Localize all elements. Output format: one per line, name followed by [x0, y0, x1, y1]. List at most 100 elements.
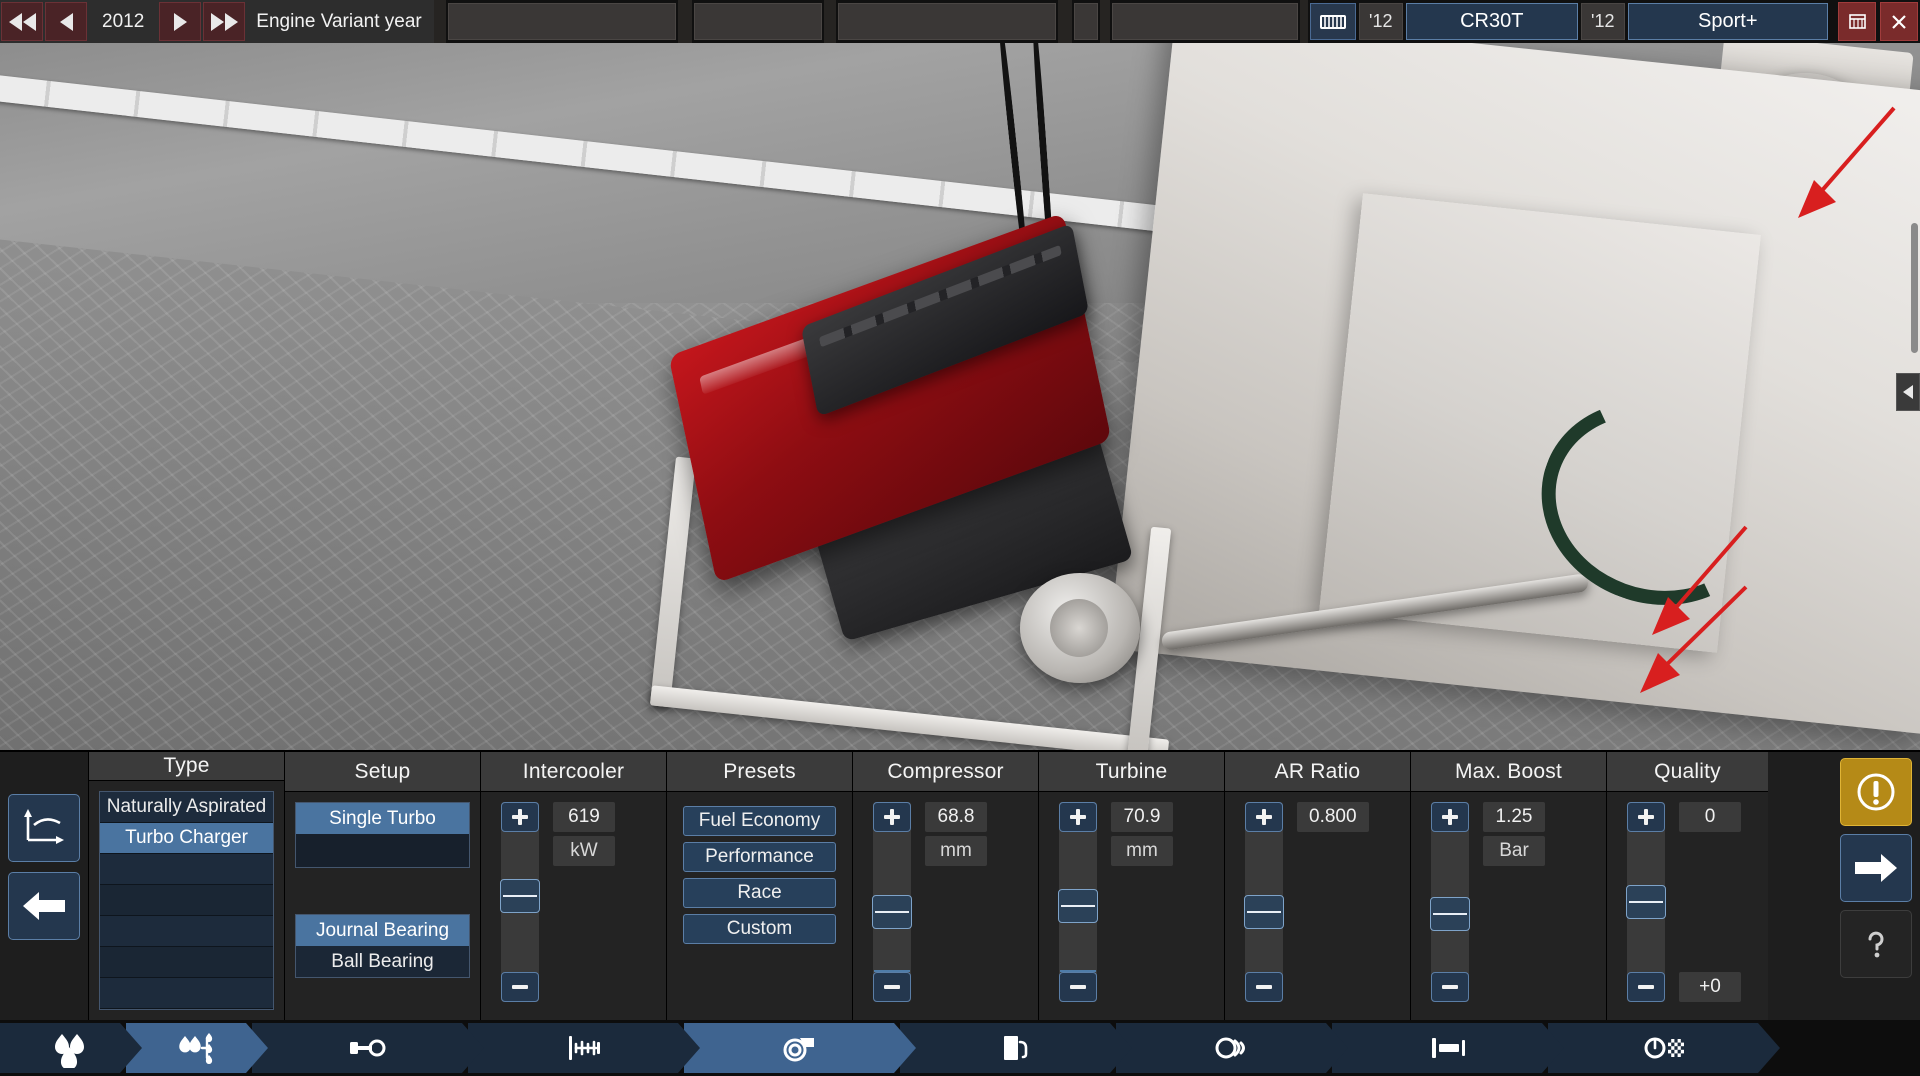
fuel-system-icon — [994, 1028, 1038, 1068]
slider-thumb[interactable] — [1058, 889, 1098, 923]
preset-button[interactable]: Fuel Economy — [683, 806, 836, 836]
value-slider[interactable] — [1059, 802, 1097, 1002]
back-button[interactable] — [8, 872, 80, 940]
value-readout[interactable]: 68.8 — [925, 802, 987, 832]
top-bar: 2012 Engine Variant year '12 CR30T '12 S… — [0, 0, 1920, 43]
close-window-icon — [1891, 14, 1907, 30]
topbar-slot-4[interactable] — [1074, 3, 1098, 40]
value-slider[interactable] — [1431, 802, 1469, 1002]
column-body: Single Turbo Journal BearingBall Bearing — [285, 792, 480, 1020]
preset-button[interactable]: Performance — [683, 842, 836, 872]
value-readout[interactable]: 1.25 — [1483, 802, 1545, 832]
slider-thumb[interactable] — [1430, 897, 1470, 931]
group-item[interactable]: Ball Bearing — [296, 946, 469, 977]
column-header: Quality — [1607, 752, 1768, 792]
restore-window-button[interactable] — [1838, 2, 1876, 41]
readouts: 0.800 — [1297, 802, 1369, 832]
slider-thumb[interactable] — [500, 879, 540, 913]
tab-turbo[interactable] — [684, 1023, 916, 1073]
value-slider[interactable] — [1245, 802, 1283, 1002]
airflow-arrow-3 — [1600, 573, 1770, 723]
collapse-panel-button[interactable] — [1896, 373, 1920, 411]
tab-head-valves[interactable] — [468, 1023, 700, 1073]
slider-thumb[interactable] — [1244, 895, 1284, 929]
last-year-button[interactable] — [203, 2, 245, 41]
warning-button[interactable] — [1840, 758, 1912, 826]
tab-icon-wrap — [1426, 1028, 1470, 1068]
power-curve-button[interactable] — [8, 794, 80, 862]
engine-variant-icon — [175, 1028, 219, 1068]
value-spinner: 0+0 — [1617, 802, 1758, 1010]
decrease-button[interactable] — [873, 972, 911, 1002]
topbar-slot-3[interactable] — [838, 3, 1056, 40]
config-column-ar-ratio: AR Ratio0.800 — [1224, 752, 1410, 1020]
preset-button[interactable]: Custom — [683, 914, 836, 944]
help-button[interactable] — [1840, 910, 1912, 978]
section-tab-bar — [0, 1020, 1920, 1076]
list-item-empty — [100, 978, 273, 1009]
increase-button[interactable] — [873, 802, 911, 832]
slider-thumb[interactable] — [1626, 885, 1666, 919]
engine-family-icon — [49, 1028, 93, 1068]
column-body: 68.8mm — [853, 792, 1038, 1020]
decrease-button[interactable] — [1627, 972, 1665, 1002]
increase-button[interactable] — [1431, 802, 1469, 832]
forward-button[interactable] — [1840, 834, 1912, 902]
value-spinner: 0.800 — [1235, 802, 1400, 1010]
preset-button[interactable]: Race — [683, 878, 836, 908]
decrease-button[interactable] — [1059, 972, 1097, 1002]
tab-exhaust[interactable] — [1116, 1023, 1348, 1073]
tab-fuel-system[interactable] — [900, 1023, 1132, 1073]
family-year: '12 — [1359, 3, 1403, 40]
readout-column: 68.8mm — [925, 802, 987, 1002]
value-slider[interactable] — [1627, 802, 1665, 1002]
engine-variant-name[interactable]: Sport+ — [1628, 3, 1828, 40]
decrease-button[interactable] — [1431, 972, 1469, 1002]
value-slider[interactable] — [501, 802, 539, 1002]
airflow-arrow-1 — [1790, 98, 1910, 238]
value-readout[interactable]: 0 — [1679, 802, 1741, 832]
engine-3d-viewport[interactable] — [0, 43, 1920, 750]
tab-results[interactable] — [1548, 1023, 1780, 1073]
engine-family-icon-button[interactable] — [1310, 3, 1356, 40]
increase-button[interactable] — [1245, 802, 1283, 832]
readout-column: 1.25Bar — [1483, 802, 1545, 1002]
value-readout[interactable]: 619 — [553, 802, 615, 832]
value-readout[interactable]: 0.800 — [1297, 802, 1369, 832]
turbocharger-config-panel: TypeNaturally AspiratedTurbo ChargerSetu… — [0, 750, 1920, 1020]
column-body: 70.9mm — [1039, 792, 1224, 1020]
readouts: 70.9mm — [1111, 802, 1173, 866]
tab-engine-family[interactable] — [0, 1023, 142, 1073]
config-column-type: TypeNaturally AspiratedTurbo Charger — [88, 752, 284, 1020]
topbar-slot-2[interactable] — [694, 3, 822, 40]
minus-icon — [884, 985, 900, 989]
value-readout[interactable]: 70.9 — [1111, 802, 1173, 832]
increase-button[interactable] — [1059, 802, 1097, 832]
tab-bottom-end[interactable] — [252, 1023, 484, 1073]
list-item[interactable]: Naturally Aspirated — [100, 792, 273, 823]
tab-tune[interactable] — [1332, 1023, 1564, 1073]
increase-button[interactable] — [1627, 802, 1665, 832]
viewport-scrollbar[interactable] — [1911, 223, 1918, 353]
value-slider[interactable] — [873, 802, 911, 1002]
group-item[interactable]: Journal Bearing — [296, 915, 469, 946]
value-spinner: 619kW — [491, 802, 656, 1010]
slider-thumb[interactable] — [872, 895, 912, 929]
tab-icon-wrap — [175, 1028, 219, 1068]
first-year-button[interactable] — [1, 2, 43, 41]
engine-family-name[interactable]: CR30T — [1406, 3, 1578, 40]
prev-year-button[interactable] — [45, 2, 87, 41]
close-window-button[interactable] — [1880, 2, 1918, 41]
topbar-slot-5[interactable] — [1112, 3, 1298, 40]
decrease-button[interactable] — [1245, 972, 1283, 1002]
next-year-button[interactable] — [159, 2, 201, 41]
group-item[interactable]: Single Turbo — [296, 803, 469, 834]
list-item[interactable]: Turbo Charger — [100, 823, 273, 854]
column-header: Compressor — [853, 752, 1038, 792]
increase-button[interactable] — [501, 802, 539, 832]
tab-engine-variant[interactable] — [126, 1023, 268, 1073]
topbar-slot-1[interactable] — [448, 3, 676, 40]
decrease-button[interactable] — [501, 972, 539, 1002]
readout-column: 70.9mm — [1111, 802, 1173, 1002]
tab-icon-wrap — [994, 1028, 1038, 1068]
